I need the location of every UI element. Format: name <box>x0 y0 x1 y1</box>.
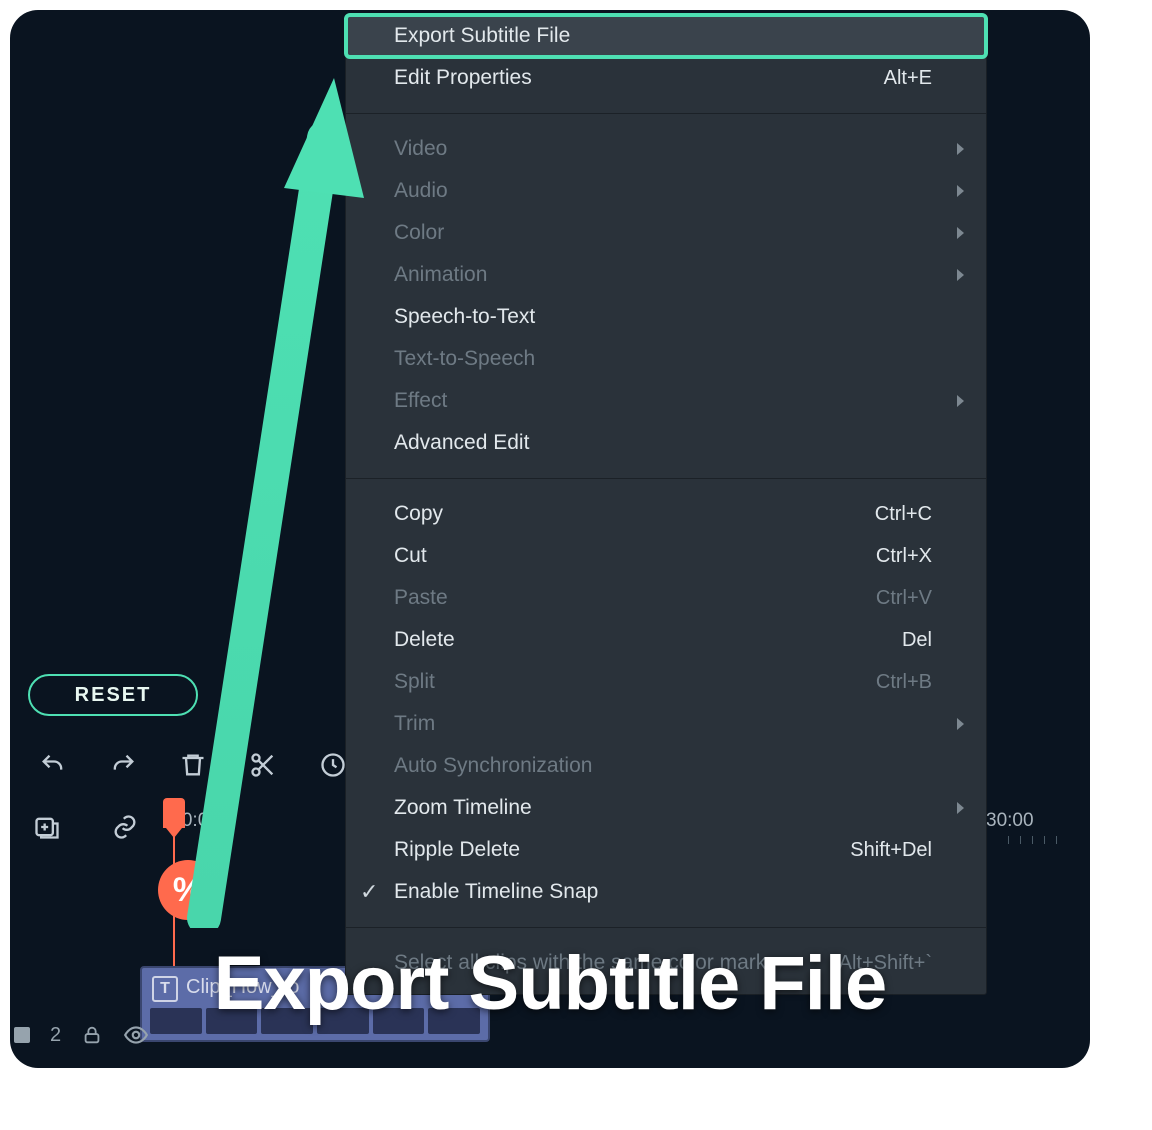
menu-item-label: Cut <box>394 544 427 568</box>
redo-icon[interactable] <box>106 748 140 782</box>
menu-item-shortcut: Shift+Del <box>850 839 932 862</box>
menu-item-label: Trim <box>394 712 435 736</box>
undo-icon[interactable] <box>36 748 70 782</box>
menu-item: Video <box>346 128 986 170</box>
context-menu: Export Subtitle File Edit Properties Alt+E… <box>345 14 987 995</box>
menu-item-shortcut: Del <box>902 629 932 652</box>
menu-separator <box>346 478 986 479</box>
menu-item-label: Auto Synchronization <box>394 754 592 778</box>
menu-separator <box>346 113 986 114</box>
menu-item[interactable]: Zoom Timeline <box>346 787 986 829</box>
menu-item[interactable]: Ripple Delete Shift+Del <box>346 829 986 871</box>
menu-item-shortcut: Ctrl+B <box>876 671 932 694</box>
menu-item: Color <box>346 212 986 254</box>
menu-item-shortcut: Ctrl+V <box>876 587 932 610</box>
menu-item-label: Color <box>394 221 444 245</box>
ruler-label: 30:00 <box>986 810 1034 832</box>
menu-item-label: Enable Timeline Snap <box>394 880 598 904</box>
menu-item[interactable]: Advanced Edit <box>346 422 986 464</box>
menu-item-label: Paste <box>394 586 448 610</box>
menu-item-label: Ripple Delete <box>394 838 520 862</box>
menu-item-label: Effect <box>394 389 447 413</box>
link-icon[interactable] <box>108 810 142 844</box>
color-swatch-icon[interactable] <box>14 1027 30 1043</box>
menu-item: Paste Ctrl+V <box>346 577 986 619</box>
menu-item-shortcut: Ctrl+X <box>876 545 932 568</box>
menu-item[interactable]: Delete Del <box>346 619 986 661</box>
menu-item-label: Zoom Timeline <box>394 796 532 820</box>
menu-item-label: Speech-to-Text <box>394 305 535 329</box>
menu-item-label: Audio <box>394 179 448 203</box>
editor-stage: RESET :00:0 30:00 % T Clip_How_to 2 Expo… <box>10 10 1090 1068</box>
reset-button[interactable]: RESET <box>28 674 198 716</box>
trash-icon[interactable] <box>176 748 210 782</box>
menu-item: Trim <box>346 703 986 745</box>
menu-item-label: Text-to-Speech <box>394 347 535 371</box>
toolbar <box>36 748 350 782</box>
scissors-icon[interactable] <box>246 748 280 782</box>
menu-item-label: Advanced Edit <box>394 431 529 455</box>
menu-item-label: Edit Properties <box>394 66 532 90</box>
menu-item-shortcut: Ctrl+C <box>875 503 932 526</box>
menu-item: Audio <box>346 170 986 212</box>
menu-item-label: Export Subtitle File <box>394 24 570 48</box>
lock-icon[interactable] <box>81 1024 103 1046</box>
menu-item[interactable]: Speech-to-Text <box>346 296 986 338</box>
menu-item: Animation <box>346 254 986 296</box>
menu-item: Text-to-Speech <box>346 338 986 380</box>
annotation-caption: Export Subtitle File <box>10 940 1090 1027</box>
menu-item[interactable]: Edit Properties Alt+E <box>346 57 986 99</box>
menu-item: Auto Synchronization <box>346 745 986 787</box>
annotation-arrow-icon <box>184 48 364 928</box>
menu-item-label: Copy <box>394 502 443 526</box>
menu-item[interactable]: Cut Ctrl+X <box>346 535 986 577</box>
menu-item[interactable]: Copy Ctrl+C <box>346 493 986 535</box>
menu-item-label: Video <box>394 137 447 161</box>
timeline-controls <box>30 810 142 844</box>
menu-item: Effect <box>346 380 986 422</box>
menu-item: Split Ctrl+B <box>346 661 986 703</box>
marker-icon[interactable]: % <box>158 860 218 920</box>
menu-item-label: Animation <box>394 263 487 287</box>
add-media-icon[interactable] <box>30 810 64 844</box>
menu-item[interactable]: ✓ Enable Timeline Snap <box>346 871 986 913</box>
menu-item-label: Split <box>394 670 435 694</box>
menu-item[interactable]: Export Subtitle File <box>346 15 986 57</box>
menu-item-label: Delete <box>394 628 455 652</box>
check-icon: ✓ <box>360 879 378 905</box>
menu-separator <box>346 927 986 928</box>
menu-item-shortcut: Alt+E <box>884 67 932 90</box>
